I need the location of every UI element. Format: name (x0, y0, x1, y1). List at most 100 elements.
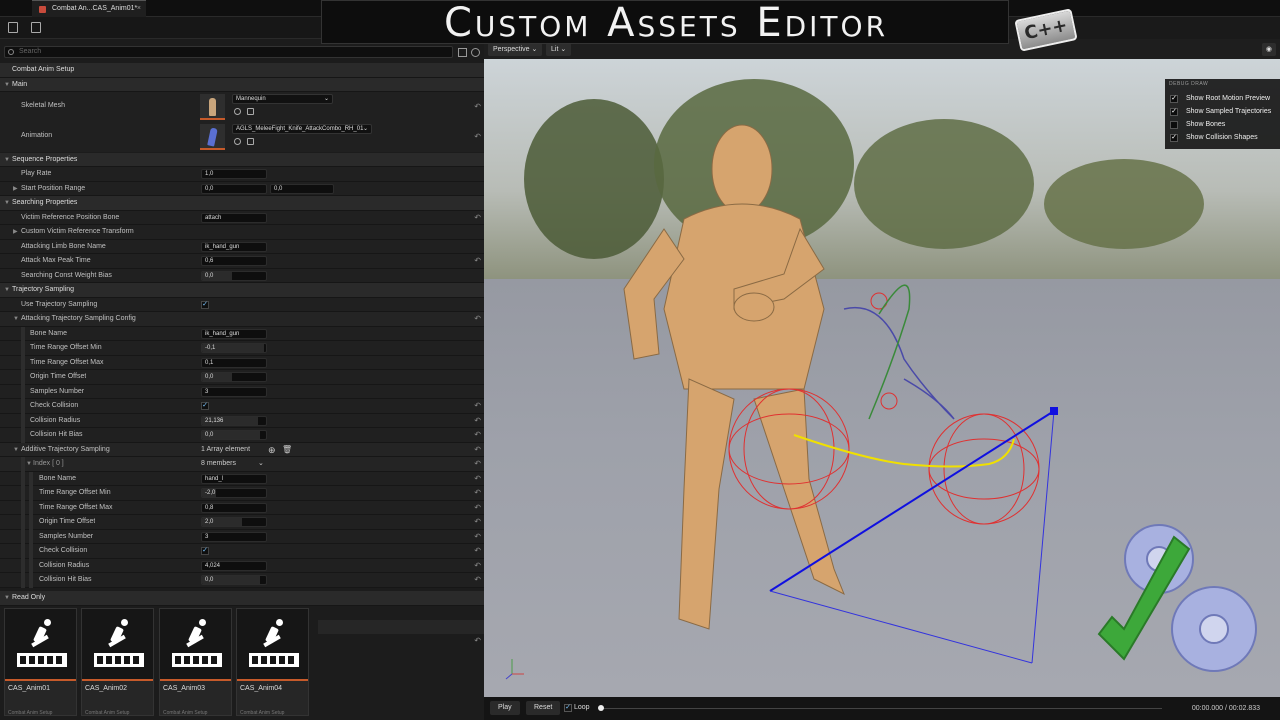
expand-arrow-icon[interactable]: ▼ (13, 312, 19, 327)
peak-time-field[interactable]: 0,6 (201, 256, 267, 266)
browse-icon[interactable] (31, 22, 41, 33)
reset-button[interactable]: Reset (526, 701, 561, 715)
additive-time-min-slider[interactable]: -2,0 (201, 488, 267, 498)
reset-arrow-icon[interactable]: ↶ (474, 515, 481, 530)
loop-toggle[interactable]: ✓ Loop (564, 701, 590, 715)
additive-time-max-field[interactable]: 0,8 (201, 502, 267, 513)
debug-option-collision-shapes[interactable]: ✓ Show Collision Shapes (1170, 132, 1280, 143)
additive-samples-field[interactable]: 3 (201, 531, 267, 542)
additive-origin-slider[interactable]: 2,0 (201, 517, 267, 527)
time-max-field[interactable]: 0,1 (201, 357, 267, 368)
reset-arrow-icon[interactable]: ↶ (474, 132, 481, 141)
search-input[interactable]: Search (4, 46, 453, 58)
close-icon[interactable]: × (137, 1, 141, 17)
expand-arrow-icon[interactable]: ▶ (13, 225, 18, 240)
use-selected-icon[interactable] (234, 108, 241, 115)
reset-arrow-icon[interactable]: ↶ (474, 312, 481, 327)
weight-bias-slider[interactable]: 0,0 (201, 270, 267, 281)
reset-arrow-icon[interactable]: ↶ (474, 457, 481, 472)
mesh-thumbnail[interactable] (200, 94, 225, 120)
expand-arrow-icon[interactable]: ▼ (4, 591, 10, 606)
chevron-down-icon[interactable]: ⌄ (258, 457, 264, 472)
category-sequence-properties[interactable]: ▼ Sequence Properties (0, 152, 484, 168)
victim-bone-field[interactable]: attach (201, 212, 267, 223)
start-range-min-field[interactable]: 0,0 (201, 183, 267, 194)
animation-dropdown[interactable]: AGLS_MeleeFight_Knife_AttackCombo_RH_01 … (232, 124, 372, 134)
additive-hit-bias-slider[interactable]: 0,0 (201, 575, 267, 585)
animation-thumbnail[interactable] (200, 124, 225, 150)
delete-icon[interactable]: 🗑 (282, 443, 292, 458)
category-main[interactable]: ▼ Main (0, 77, 484, 93)
checkbox[interactable]: ✓ (1170, 108, 1178, 116)
play-button[interactable]: Play (490, 701, 520, 715)
checkbox[interactable] (1170, 121, 1178, 129)
save-icon[interactable] (8, 22, 18, 33)
debug-option-sampled-trajectories[interactable]: ✓ Show Sampled Trajectories (1170, 106, 1280, 117)
category-searching-properties[interactable]: ▼ Searching Properties (0, 196, 484, 211)
category-trajectory-sampling[interactable]: ▼ Trajectory Sampling (0, 283, 484, 298)
reset-arrow-icon[interactable]: ↶ (474, 486, 481, 501)
browse-icon[interactable] (247, 108, 254, 115)
reset-arrow-icon[interactable]: ↶ (474, 399, 481, 414)
use-trajectory-checkbox[interactable]: ✓ (201, 300, 209, 309)
expand-arrow-icon[interactable]: ▼ (4, 78, 10, 93)
use-selected-icon[interactable] (234, 138, 241, 145)
time-min-slider[interactable]: -0,1 (201, 343, 267, 353)
checkbox[interactable]: ✓ (1170, 134, 1178, 142)
check-collision-checkbox[interactable]: ✓ (201, 402, 209, 410)
additive-bone-name-field[interactable]: hand_l (201, 473, 267, 484)
collision-radius-slider[interactable]: 21,136 (201, 415, 267, 426)
reset-arrow-icon[interactable]: ↶ (474, 573, 481, 588)
reset-arrow-icon[interactable]: ↶ (474, 472, 481, 487)
additive-check-collision-checkbox[interactable]: ✓ (201, 547, 209, 555)
browse-icon[interactable] (247, 138, 254, 145)
reset-arrow-icon[interactable]: ↶ (474, 544, 481, 559)
array-index-0[interactable]: ▼ Index [ 0 ] 8 members ⌄ ↶ (0, 457, 484, 472)
start-range-max-field[interactable]: 0,0 (270, 183, 334, 194)
checkbox[interactable]: ✓ (1170, 95, 1178, 103)
category-read-only[interactable]: ▼ Read Only (0, 591, 484, 606)
viewport[interactable]: Perspective ⌄ Lit ⌄ ◉ DEBUG DRAW ✓ Show … (484, 39, 1280, 720)
reset-arrow-icon[interactable]: ↶ (474, 501, 481, 516)
eye-icon[interactable]: ◉ (1261, 43, 1276, 56)
asset-card[interactable]: CAS_Anim01 Combat Anim Setup (4, 608, 77, 716)
property-attacking-trajectory-config[interactable]: ▼ Attacking Trajectory Sampling Config ↶ (0, 312, 484, 327)
reset-arrow-icon[interactable]: ↶ (474, 102, 481, 111)
tab-combat-anim[interactable]: Combat An...CAS_Anim01* × (32, 0, 146, 17)
expand-arrow-icon[interactable]: ▼ (4, 196, 10, 211)
samples-field[interactable]: 3 (201, 386, 267, 397)
reset-arrow-icon[interactable]: ↶ (474, 443, 481, 458)
bone-name-field[interactable]: ik_hand_gun (201, 328, 267, 339)
asset-card[interactable]: CAS_Anim03 Combat Anim Setup (159, 608, 232, 716)
play-rate-field[interactable]: 1,0 (201, 169, 267, 179)
3d-scene[interactable]: DEBUG DRAW ✓ Show Root Motion Preview ✓ … (484, 59, 1280, 697)
loop-checkbox[interactable]: ✓ (564, 704, 572, 712)
origin-offset-slider[interactable]: 0,0 (201, 372, 267, 382)
expand-arrow-icon[interactable]: ▶ (13, 182, 18, 197)
debug-option-show-bones[interactable]: Show Bones (1170, 119, 1280, 130)
reset-arrow-icon[interactable]: ↶ (474, 530, 481, 545)
additive-radius-field[interactable]: 4,024 (201, 560, 267, 571)
expand-arrow-icon[interactable]: ▼ (13, 443, 19, 458)
gear-icon[interactable] (471, 48, 480, 57)
reset-arrow-icon[interactable]: ↶ (474, 211, 481, 226)
view-options-icon[interactable] (458, 48, 467, 57)
debug-option-root-motion[interactable]: ✓ Show Root Motion Preview (1170, 93, 1280, 104)
skeletal-mesh-dropdown[interactable]: Mannequin ⌄ (232, 94, 333, 104)
limb-bone-field[interactable]: ik_hand_gun (201, 241, 267, 252)
add-element-icon[interactable]: ⊕ (268, 443, 276, 458)
asset-card[interactable]: CAS_Anim04 Combat Anim Setup (236, 608, 309, 716)
asset-card[interactable]: CAS_Anim02 Combat Anim Setup (81, 608, 154, 716)
timeline-scrubber[interactable] (598, 705, 604, 711)
reset-arrow-icon[interactable]: ↶ (474, 636, 481, 645)
reset-arrow-icon[interactable]: ↶ (474, 559, 481, 574)
expand-arrow-icon[interactable]: ▼ (4, 283, 10, 298)
reset-arrow-icon[interactable]: ↶ (474, 414, 481, 429)
hit-bias-slider[interactable]: 0,0 (201, 430, 267, 440)
expand-arrow-icon[interactable]: ▼ (4, 153, 10, 168)
reset-arrow-icon[interactable]: ↶ (474, 428, 481, 443)
expand-arrow-icon[interactable]: ▼ (26, 457, 32, 472)
timeline-track[interactable] (602, 708, 1162, 709)
reset-arrow-icon[interactable]: ↶ (474, 254, 481, 269)
property-additive-trajectory-sampling[interactable]: ▼ Additive Trajectory Sampling 1 Array e… (0, 442, 484, 458)
